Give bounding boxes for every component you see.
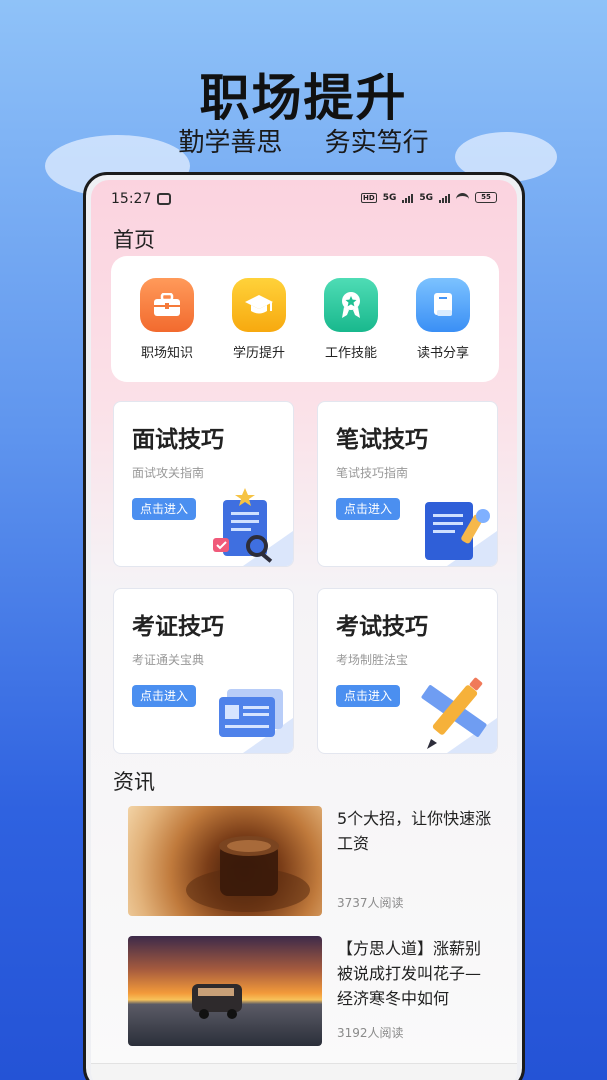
category-label: 学历提升 (232, 346, 285, 361)
briefcase-icon (140, 278, 194, 332)
news-thumbnail (128, 806, 322, 916)
notification-icon (157, 193, 171, 205)
slogan-left: 勤学善思 (178, 128, 283, 158)
network-label-1: 5G (382, 192, 397, 203)
battery-icon: 55 (475, 192, 497, 203)
card-subtitle: 考证通关宝典 (132, 653, 205, 667)
card-subtitle: 面试攻关指南 (132, 466, 205, 480)
graduation-cap-icon (232, 278, 286, 332)
card-certificate-tips[interactable]: 考证技巧 考证通关宝典 点击进入 (113, 588, 294, 754)
hero-slogan: 勤学善思 务实笃行 (0, 122, 607, 159)
category-label: 职场知识 (140, 346, 193, 361)
category-label: 读书分享 (416, 346, 469, 361)
news-headline: 【方思人道】涨薪别被说成打发叫花子—经济寒冬中如何 (337, 939, 482, 1008)
status-time: 15:27 (111, 191, 152, 207)
card-title: 考证技巧 (132, 614, 224, 640)
slogan-right: 务实笃行 (324, 128, 429, 158)
app-screen: 15:27 HD 5G 5G 55 首页 职场知识 学历提升 工作技能 读书分享… (91, 180, 517, 1080)
card-subtitle: 考场制胜法宝 (336, 653, 409, 667)
pencil-ruler-icon (421, 677, 497, 753)
status-right: HD 5G 5G 55 (361, 192, 497, 203)
card-interview-tips[interactable]: 面试技巧 面试攻关指南 点击进入 (113, 401, 294, 567)
hero-title: 职场提升 (199, 69, 408, 127)
category-education[interactable]: 学历提升 (219, 278, 299, 361)
page-title: 首页 (113, 228, 155, 252)
news-item[interactable]: 【方思人道】涨薪别被说成打发叫花子—经济寒冬中如何 3192人阅读 (128, 936, 488, 1048)
document-search-icon (213, 488, 293, 566)
card-exam-tips[interactable]: 考试技巧 考场制胜法宝 点击进入 (317, 588, 498, 754)
card-title: 考试技巧 (336, 614, 428, 640)
signal-icon (439, 193, 450, 203)
award-badge-icon (324, 278, 378, 332)
certificate-cards-icon (219, 689, 293, 753)
category-book-sharing[interactable]: 读书分享 (403, 278, 483, 361)
wifi-icon (456, 193, 469, 202)
card-title: 笔试技巧 (336, 427, 428, 453)
news-section-title: 资讯 (113, 770, 155, 794)
category-label: 工作技能 (324, 346, 377, 361)
notepad-pencil-icon (425, 502, 497, 566)
news-read-count: 3737人阅读 (337, 896, 404, 910)
news-thumbnail (128, 936, 322, 1046)
card-subtitle: 笔试技巧指南 (336, 466, 409, 480)
phone-frame: 15:27 HD 5G 5G 55 首页 职场知识 学历提升 工作技能 读书分享… (83, 172, 525, 1080)
news-item[interactable]: 5个大招，让你快速涨工资 3737人阅读 (128, 806, 491, 918)
status-bar: 15:27 HD 5G 5G 55 (91, 190, 517, 210)
category-workplace-knowledge[interactable]: 职场知识 (127, 278, 207, 361)
network-label-2: 5G (419, 192, 433, 203)
card-written-test-tips[interactable]: 笔试技巧 笔试技巧指南 点击进入 (317, 401, 498, 567)
hd-icon: HD (361, 192, 377, 203)
category-work-skills[interactable]: 工作技能 (311, 278, 391, 361)
bottom-tab-bar[interactable] (91, 1063, 517, 1080)
card-title: 面试技巧 (132, 427, 224, 453)
signal-icon (402, 193, 414, 203)
news-headline: 5个大招，让你快速涨工资 (337, 809, 492, 853)
book-icon (416, 278, 470, 332)
news-read-count: 3192人阅读 (337, 1026, 404, 1040)
category-panel: 职场知识 学历提升 工作技能 读书分享 (111, 256, 499, 382)
